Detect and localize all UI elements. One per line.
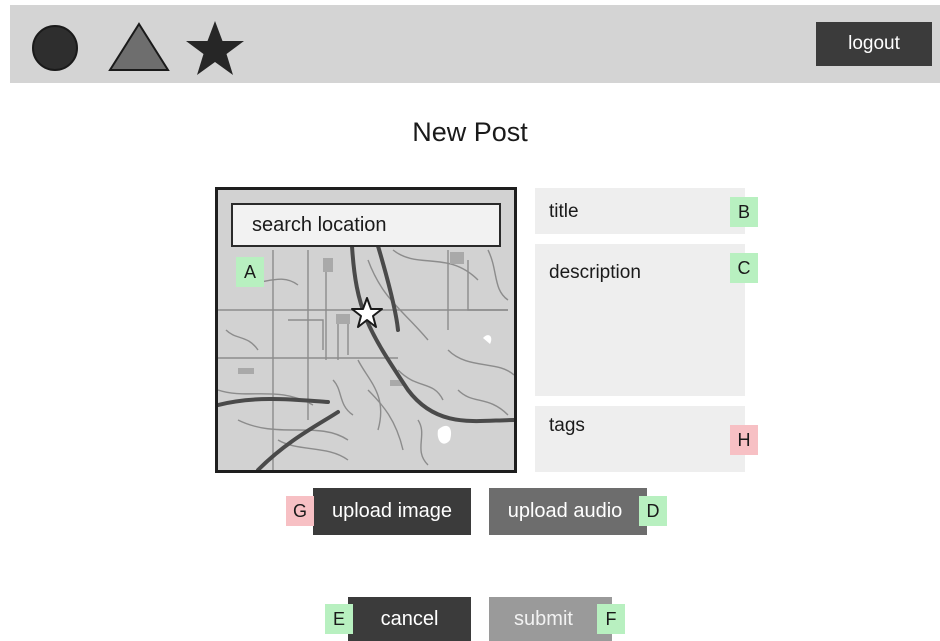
top-bar: logout [10,5,940,83]
label-badge-a: A [236,257,264,287]
triangle-icon[interactable] [108,22,170,72]
description-field[interactable]: description [535,244,745,396]
title-field[interactable]: title [535,188,745,234]
label-badge-b: B [730,197,758,227]
label-badge-c: C [730,253,758,283]
label-badge-g: G [286,496,314,526]
label-badge-e: E [325,604,353,634]
star-pin-icon[interactable] [350,296,384,330]
circle-icon[interactable] [32,25,78,71]
label-badge-h: H [730,425,758,455]
submit-button[interactable]: submit [489,597,612,641]
label-badge-f: F [597,604,625,634]
star-icon[interactable] [184,19,246,77]
location-map[interactable]: search location [215,187,517,473]
upload-audio-button[interactable]: upload audio [489,488,647,535]
page-title: New Post [412,117,528,147]
tags-field[interactable]: tags [535,406,745,472]
logout-button[interactable]: logout [816,22,932,66]
cancel-button[interactable]: cancel [348,597,471,641]
label-badge-d: D [639,496,667,526]
search-location-input[interactable]: search location [231,203,501,247]
upload-image-button[interactable]: upload image [313,488,471,535]
